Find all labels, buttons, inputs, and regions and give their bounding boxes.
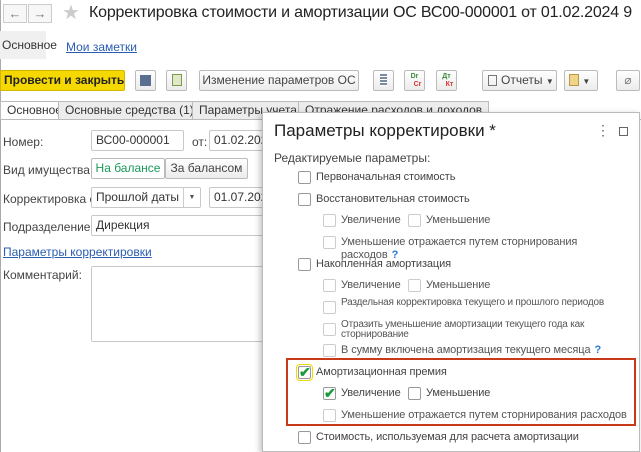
date-field[interactable]: 01.02.2024: [209, 130, 274, 151]
checkbox[interactable]: [298, 431, 311, 444]
comment-textarea[interactable]: [91, 266, 271, 342]
checkbox-label[interactable]: Уменьшение: [426, 214, 490, 227]
checkbox-label-text: Увеличение: [341, 279, 401, 291]
highlight-frame: [286, 358, 636, 426]
checkbox-label[interactable]: Уменьшение: [426, 279, 490, 292]
checkbox-label[interactable]: Стоимость, используемая для расчета амор…: [316, 431, 579, 444]
checkbox[interactable]: [323, 279, 336, 292]
comment-label: Комментарий:: [3, 268, 82, 282]
section-tab-notes[interactable]: Мои заметки: [66, 40, 137, 54]
checkbox-label-text: Накопленная амортизация: [316, 258, 452, 270]
checkbox-label-text: Отразить уменьшение амортизации текущего…: [341, 319, 585, 340]
paperclip-icon: ⌀: [624, 73, 632, 87]
checkbox-label[interactable]: Восстановительная стоимость: [316, 193, 470, 206]
window-border: [0, 0, 1, 452]
division-label: Подразделение:: [3, 220, 94, 234]
correction-date-field[interactable]: 01.07.2024: [209, 187, 274, 208]
dr-cr-icon: Dr Cr: [410, 73, 422, 88]
checkbox[interactable]: [323, 236, 336, 249]
list-icon: [380, 74, 387, 86]
correction-params-link[interactable]: Параметры корректировки: [3, 245, 152, 259]
report-icon: [488, 75, 497, 86]
date-label: от:: [192, 135, 208, 149]
checkbox[interactable]: [323, 301, 336, 314]
checkbox-label-text: Увеличение: [341, 214, 401, 226]
checkbox-label-text: Раздельная корректировка текущего и прош…: [341, 297, 605, 308]
change-os-params-button[interactable]: Изменение параметров ОС: [199, 70, 359, 91]
checkbox[interactable]: [298, 171, 311, 184]
checkbox[interactable]: [298, 258, 311, 271]
checkbox[interactable]: [408, 279, 421, 292]
chevron-down-icon: ▼: [582, 77, 591, 86]
attach-button[interactable]: ⌀: [616, 70, 640, 91]
checkbox-label[interactable]: Увеличение: [341, 214, 401, 227]
checkbox[interactable]: [323, 344, 336, 357]
checkbox-label-text: Первоначальная стоимость: [316, 171, 456, 183]
chevron-down-icon: ▼: [545, 77, 554, 86]
correction-value: Прошлой даты: [96, 190, 179, 204]
checkbox[interactable]: [408, 214, 421, 227]
tab-fixed-assets[interactable]: Основные средства (1): [58, 101, 201, 120]
section-tab-main[interactable]: Основное: [0, 31, 57, 59]
section-tab-label: Основное: [2, 38, 57, 52]
checkbox[interactable]: [323, 214, 336, 227]
checkbox[interactable]: [298, 193, 311, 206]
number-label: Номер:: [3, 135, 44, 149]
checkbox-label-text: Восстановительная стоимость: [316, 193, 470, 205]
dt-kt-button[interactable]: Дт Кт: [436, 70, 457, 91]
reports-button[interactable]: Отчеты ▼: [482, 70, 557, 91]
more-menu-icon[interactable]: ⋮: [596, 122, 610, 139]
checkbox-label-text: Уменьшение: [426, 279, 491, 291]
help-icon[interactable]: ?: [594, 344, 601, 356]
window-title: Корректировка стоимости и амортизации ОС…: [89, 4, 632, 21]
checkbox-label[interactable]: Накопленная амортизация: [316, 258, 451, 271]
post-button[interactable]: [166, 70, 187, 91]
print-icon: [569, 74, 579, 86]
save-icon: [140, 75, 151, 86]
on-balance-toggle[interactable]: На балансе: [91, 158, 165, 179]
number-field[interactable]: ВС00-000001: [91, 130, 184, 151]
checkbox-label[interactable]: Отразить уменьшение амортизации текущего…: [341, 320, 635, 340]
checkbox-label-text: В сумму включена амортизация текущего ме…: [341, 344, 591, 356]
checkbox-label-text: Уменьшение: [426, 214, 491, 226]
forward-button[interactable]: →: [28, 4, 52, 23]
dropdown-arrow-icon[interactable]: ▼: [183, 188, 200, 207]
popup-subtitle: Редактируемые параметры:: [274, 151, 431, 165]
save-button[interactable]: [135, 70, 156, 91]
correction-params-popup: Параметры корректировки * ⋮ Редактируемы…: [262, 112, 640, 452]
checkbox-label[interactable]: В сумму включена амортизация текущего ме…: [341, 344, 601, 357]
checkbox-label[interactable]: Раздельная корректировка текущего и прош…: [341, 298, 604, 308]
checkbox-label[interactable]: Первоначальная стоимость: [316, 171, 455, 184]
checkbox[interactable]: [323, 323, 336, 336]
print-button[interactable]: ▼: [564, 70, 598, 91]
off-balance-toggle[interactable]: За балансом: [165, 158, 248, 179]
post-document-icon: [171, 74, 182, 86]
property-type-label: Вид имущества:: [3, 163, 94, 177]
back-button[interactable]: ←: [3, 4, 27, 23]
post-and-close-button[interactable]: Провести и закрыть: [0, 70, 125, 91]
checkbox-label[interactable]: Увеличение: [341, 279, 401, 292]
division-field[interactable]: Дирекция: [91, 215, 271, 236]
reports-label: Отчеты: [501, 73, 543, 87]
correction-from-label: Корректировка с:: [3, 192, 99, 206]
favorite-star-icon[interactable]: ★: [62, 0, 80, 25]
dt-kt-icon: Дт Кт: [442, 73, 454, 88]
correction-select[interactable]: Прошлой даты ▼: [91, 187, 201, 208]
popup-title: Параметры корректировки *: [274, 121, 496, 140]
journal-button[interactable]: [373, 70, 394, 91]
maximize-icon[interactable]: [619, 127, 628, 136]
checkbox-label-text: Стоимость, используемая для расчета амор…: [316, 431, 579, 443]
dr-cr-button[interactable]: Dr Cr: [404, 70, 425, 91]
